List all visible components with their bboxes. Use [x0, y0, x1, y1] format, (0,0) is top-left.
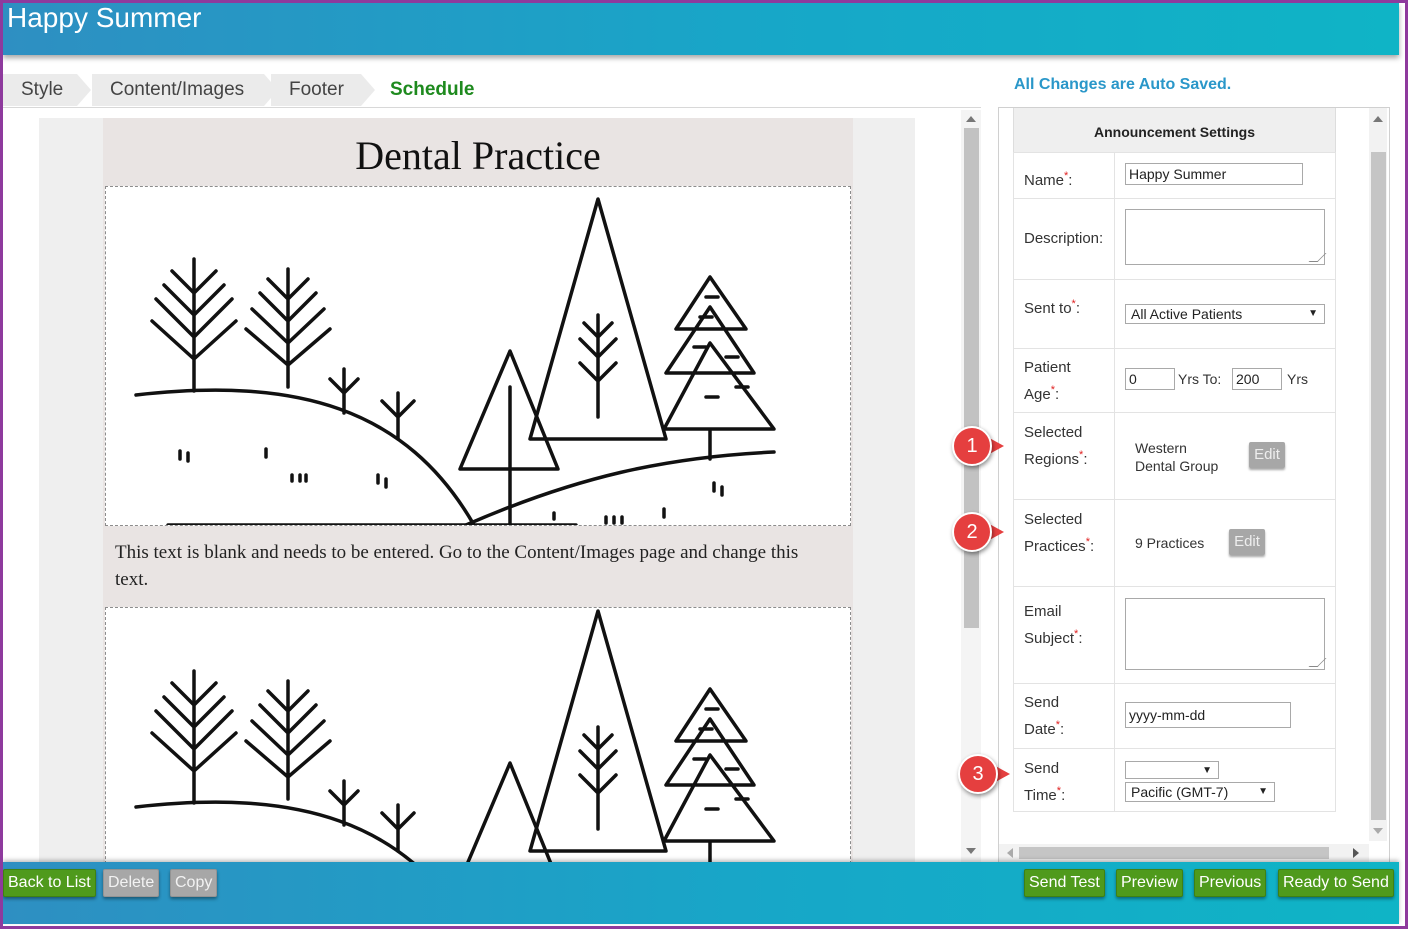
callout-marker-2: 2 — [952, 512, 1004, 552]
trees-illustration — [134, 197, 776, 527]
ready-to-send-button[interactable]: Ready to Send — [1278, 869, 1394, 897]
send-time-label: Send Time*: — [1024, 760, 1066, 804]
description-label: Description: — [1024, 230, 1104, 247]
callout-marker-1: 1 — [952, 426, 1004, 466]
announcement-settings-panel: Announcement Settings Name*: Happy Summe… — [998, 107, 1390, 865]
name-input[interactable]: Happy Summer — [1125, 163, 1303, 185]
page-title: Happy Summer — [7, 2, 202, 33]
tab-schedule[interactable]: Schedule — [372, 74, 492, 106]
practices-value: 9 Practices — [1135, 535, 1205, 551]
chevron-down-icon: ▼ — [1308, 308, 1318, 319]
scroll-left-icon[interactable] — [1007, 848, 1013, 858]
regions-label: Selected Regions*: — [1024, 424, 1088, 468]
edit-regions-button[interactable]: Edit — [1249, 442, 1285, 468]
copy-button[interactable]: Copy — [170, 869, 218, 897]
send-test-button[interactable]: Send Test — [1024, 869, 1105, 897]
scroll-down-icon[interactable] — [1373, 828, 1383, 834]
scroll-down-icon[interactable] — [966, 848, 976, 854]
previous-button[interactable]: Previous — [1194, 869, 1267, 897]
settings-horizontal-scrollbar[interactable] — [999, 844, 1369, 862]
sent-to-row: Sent to*: All Active Patients ▼ — [1013, 279, 1336, 348]
email-subject-row: Email Subject*: — [1013, 586, 1336, 683]
description-row: Description: — [1013, 198, 1336, 279]
preview-paper: Dental Practice This text is blank and n… — [103, 118, 853, 862]
autosave-status: All Changes are Auto Saved. — [1014, 76, 1232, 93]
delete-button[interactable]: Delete — [103, 869, 160, 897]
send-date-label: Send Date*: — [1024, 694, 1065, 738]
send-date-input[interactable]: yyyy-mm-dd — [1125, 702, 1291, 728]
send-date-row: Send Date*: yyyy-mm-dd — [1013, 683, 1336, 748]
tab-content-images[interactable]: Content/Images — [92, 74, 278, 106]
settings-title: Announcement Settings — [1013, 108, 1336, 152]
chevron-down-icon: ▼ — [1202, 765, 1212, 776]
callout-marker-3: 3 — [958, 754, 1010, 794]
scroll-up-icon[interactable] — [966, 116, 976, 122]
practices-row: Selected Practices*: 9 Practices Edit — [1013, 499, 1336, 586]
back-to-list-button[interactable]: Back to List — [3, 869, 96, 897]
scroll-up-icon[interactable] — [1373, 116, 1383, 122]
sent-to-label: Sent to*: — [1024, 298, 1080, 317]
preview-scrollbar[interactable] — [961, 110, 981, 862]
footer-action-bar: Back to List Delete Copy Send Test Previ… — [3, 862, 1399, 924]
timezone-select[interactable]: Pacific (GMT-7) ▼ — [1125, 782, 1275, 802]
trees-illustration-2 — [134, 609, 776, 862]
yrs-to-label: Yrs To: — [1178, 371, 1222, 387]
email-subject-textarea[interactable] — [1125, 598, 1325, 670]
name-label: Name*: — [1024, 170, 1073, 189]
settings-scrollbar[interactable] — [1369, 108, 1387, 841]
sent-to-select[interactable]: All Active Patients ▼ — [1125, 304, 1325, 324]
edit-practices-button[interactable]: Edit — [1229, 529, 1265, 555]
preview-button[interactable]: Preview — [1116, 869, 1183, 897]
scroll-right-icon[interactable] — [1353, 848, 1359, 858]
announcement-preview: Dental Practice This text is blank and n… — [3, 110, 983, 862]
name-row: Name*: Happy Summer — [1013, 152, 1336, 198]
practices-label: Selected Practices*: — [1024, 511, 1095, 555]
email-subject-label: Email Subject*: — [1024, 603, 1083, 647]
patient-age-row: Patient Age*: 0 Yrs To: 200 Yrs — [1013, 348, 1336, 412]
regions-row: Selected Regions*: Western Dental Group Ed… — [1013, 412, 1336, 499]
tab-strip: Style Content/Images Footer Schedule — [3, 74, 981, 106]
send-time-row: Send Time*: ▼ Pacific (GMT-7) ▼ — [1013, 748, 1336, 812]
age-from-input[interactable]: 0 — [1125, 368, 1175, 390]
header-bar: Happy Summer — [3, 3, 1399, 55]
tabs-divider — [3, 107, 981, 108]
settings-hscroll-thumb[interactable] — [1019, 847, 1329, 859]
tab-footer[interactable]: Footer — [271, 74, 375, 106]
preview-image-1[interactable] — [105, 186, 851, 527]
tab-style[interactable]: Style — [3, 74, 91, 106]
send-time-select[interactable]: ▼ — [1125, 761, 1219, 779]
yrs-label: Yrs — [1287, 371, 1308, 387]
preview-body-text: This text is blank and needs to be enter… — [115, 542, 799, 590]
preview-image-2[interactable] — [105, 607, 851, 862]
age-to-input[interactable]: 200 — [1232, 368, 1282, 390]
settings-scroll-thumb[interactable] — [1371, 152, 1386, 820]
regions-value: Western Dental Group — [1135, 440, 1219, 474]
chevron-down-icon: ▼ — [1258, 786, 1268, 797]
description-textarea[interactable] — [1125, 209, 1325, 265]
patient-age-label: Patient Age*: — [1024, 359, 1071, 403]
preview-heading: Dental Practice — [355, 133, 601, 178]
preview-scroll-thumb[interactable] — [964, 128, 979, 628]
